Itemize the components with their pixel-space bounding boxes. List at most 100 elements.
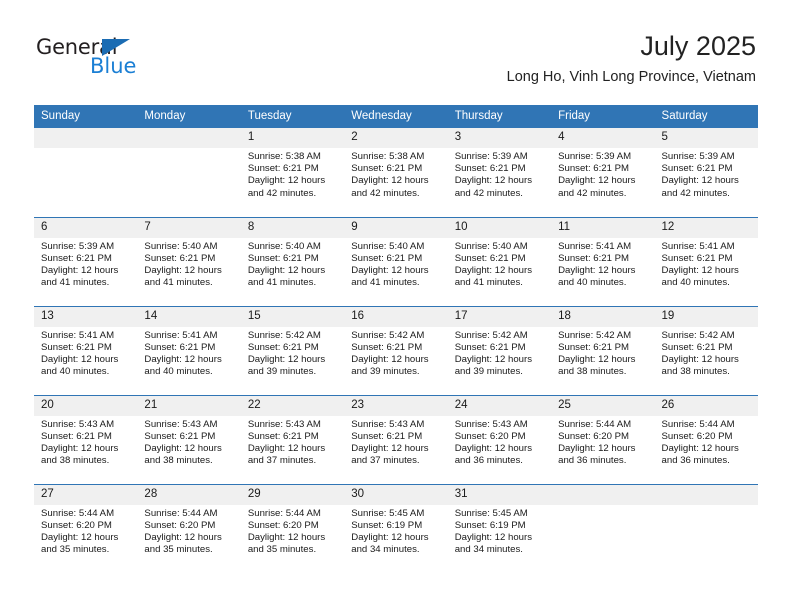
daylight-text-line1: Daylight: 12 hours	[454, 175, 533, 187]
calendar-body: 1 Sunrise: 5:38 AM Sunset: 6:21 PM Daylight…	[34, 128, 758, 573]
page-title: July 2025	[640, 31, 756, 61]
calendar-day-cell[interactable]: 1 Sunrise: 5:38 AM Sunset: 6:21 PM Daylight…	[240, 128, 345, 217]
daylight-text-line1: Daylight: 12 hours	[247, 531, 326, 543]
sunset-text: Sunset: 6:21 PM	[41, 341, 112, 353]
weekday-header-saturday: Saturday	[654, 105, 758, 128]
calendar-day-cell[interactable]: 12 Sunrise: 5:41 AM Sunset: 6:21 PM Dayligh…	[654, 216, 758, 306]
calendar-day-cell[interactable]: 2 Sunrise: 5:38 AM Sunset: 6:21 PM Daylight…	[344, 128, 448, 217]
day-number	[137, 128, 241, 148]
sunset-text: Sunset: 6:21 PM	[558, 252, 630, 264]
sunrise-text: Sunrise: 5:43 AM	[41, 418, 115, 430]
calendar-day-cell[interactable]: 19 Sunrise: 5:42 AM Sunset: 6:21 PM Dayligh…	[654, 305, 758, 395]
calendar-day-cell[interactable]: 17 Sunrise: 5:42 AM Sunset: 6:21 PM Dayligh…	[447, 305, 552, 395]
calendar-day-cell[interactable]: 20 Sunrise: 5:43 AM Sunset: 6:21 PM Dayligh…	[34, 394, 138, 484]
daylight-text-line1: Daylight: 12 hours	[661, 442, 739, 454]
day-details: Sunrise: 5:41 AM Sunset: 6:21 PM Daylight:…	[137, 327, 240, 379]
sunset-text: Sunset: 6:21 PM	[661, 163, 733, 175]
calendar-day-cell[interactable]: 3 Sunrise: 5:39 AM Sunset: 6:21 PM Daylight…	[447, 128, 552, 217]
sunrise-text: Sunrise: 5:43 AM	[144, 418, 218, 430]
calendar-week-row: 13 Sunrise: 5:41 AM Sunset: 6:21 PM Dayligh…	[34, 305, 758, 395]
daylight-text-line2: and 38 minutes.	[558, 366, 627, 378]
daylight-text-line2: and 39 minutes.	[247, 366, 317, 378]
day-number	[34, 128, 138, 148]
day-number: 15	[240, 306, 345, 327]
calendar-day-cell[interactable]: 13 Sunrise: 5:41 AM Sunset: 6:21 PM Dayligh…	[34, 305, 138, 395]
day-number	[654, 484, 758, 505]
sunset-text: Sunset: 6:21 PM	[351, 252, 423, 264]
day-number: 23	[344, 395, 448, 416]
calendar-cell-empty	[551, 483, 655, 573]
daylight-text-line1: Daylight: 12 hours	[661, 175, 739, 187]
daylight-text-line2: and 42 minutes.	[351, 187, 420, 199]
calendar-day-cell[interactable]: 9 Sunrise: 5:40 AM Sunset: 6:21 PM Daylight…	[344, 216, 448, 306]
daylight-text-line2: and 39 minutes.	[454, 366, 523, 378]
daylight-text-line1: Daylight: 12 hours	[558, 353, 636, 365]
sunset-text: Sunset: 6:21 PM	[41, 430, 112, 442]
sunrise-text: Sunrise: 5:42 AM	[247, 329, 321, 341]
title-block: July 2025 Long Ho, Vinh Long Province, V…	[507, 30, 756, 86]
daylight-text-line1: Daylight: 12 hours	[41, 442, 119, 454]
page-subtitle: Long Ho, Vinh Long Province, Vietnam	[506, 69, 756, 85]
day-number: 17	[447, 306, 552, 327]
day-number: 16	[344, 306, 448, 327]
sunrise-text: Sunrise: 5:44 AM	[247, 507, 321, 519]
calendar-day-cell[interactable]: 18 Sunrise: 5:42 AM Sunset: 6:21 PM Dayligh…	[551, 305, 655, 395]
sunrise-text: Sunrise: 5:43 AM	[247, 418, 321, 430]
day-details: Sunrise: 5:43 AM Sunset: 6:21 PM Daylight:…	[137, 416, 240, 468]
day-details: Sunrise: 5:41 AM Sunset: 6:21 PM Daylight:…	[655, 238, 758, 290]
day-number: 2	[344, 128, 448, 148]
day-number: 12	[654, 217, 758, 238]
calendar-day-cell[interactable]: 30 Sunrise: 5:45 AM Sunset: 6:19 PM Dayligh…	[344, 483, 448, 573]
weekday-header-monday: Monday	[137, 105, 241, 128]
sunset-text: Sunset: 6:21 PM	[144, 252, 216, 264]
calendar-day-cell[interactable]: 16 Sunrise: 5:42 AM Sunset: 6:21 PM Dayligh…	[344, 305, 448, 395]
calendar-page: General Blue July 2025 Long Ho, Vinh Lon…	[0, 0, 792, 612]
sunset-text: Sunset: 6:21 PM	[558, 341, 630, 353]
calendar-day-cell[interactable]: 31 Sunrise: 5:45 AM Sunset: 6:19 PM Dayligh…	[447, 483, 552, 573]
calendar-day-cell[interactable]: 15 Sunrise: 5:42 AM Sunset: 6:21 PM Dayligh…	[240, 305, 345, 395]
daylight-text-line2: and 41 minutes.	[41, 277, 110, 289]
sunrise-text: Sunrise: 5:44 AM	[558, 418, 632, 430]
calendar-day-cell[interactable]: 8 Sunrise: 5:40 AM Sunset: 6:21 PM Daylight…	[240, 216, 345, 306]
calendar-day-cell[interactable]: 6 Sunrise: 5:39 AM Sunset: 6:21 PM Daylight…	[34, 216, 138, 306]
calendar-day-cell[interactable]: 7 Sunrise: 5:40 AM Sunset: 6:21 PM Daylight…	[137, 216, 241, 306]
day-details: Sunrise: 5:44 AM Sunset: 6:20 PM Daylight:…	[551, 416, 654, 468]
day-number: 19	[654, 306, 758, 327]
calendar-day-cell[interactable]: 14 Sunrise: 5:41 AM Sunset: 6:21 PM Dayligh…	[137, 305, 241, 395]
daylight-text-line1: Daylight: 12 hours	[454, 531, 533, 543]
calendar-day-cell[interactable]: 11 Sunrise: 5:41 AM Sunset: 6:21 PM Dayligh…	[551, 216, 655, 306]
calendar-day-cell[interactable]: 24 Sunrise: 5:43 AM Sunset: 6:20 PM Dayligh…	[447, 394, 552, 484]
day-details: Sunrise: 5:45 AM Sunset: 6:19 PM Daylight:…	[344, 505, 447, 557]
calendar-day-cell[interactable]: 29 Sunrise: 5:44 AM Sunset: 6:20 PM Dayligh…	[240, 483, 345, 573]
daylight-text-line1: Daylight: 12 hours	[351, 175, 429, 187]
day-details: Sunrise: 5:42 AM Sunset: 6:21 PM Daylight:…	[655, 327, 758, 379]
sunset-text: Sunset: 6:21 PM	[454, 341, 526, 353]
weekday-header-friday: Friday	[551, 105, 655, 128]
calendar-day-cell[interactable]: 23 Sunrise: 5:43 AM Sunset: 6:21 PM Dayligh…	[344, 394, 448, 484]
sunrise-text: Sunrise: 5:38 AM	[351, 151, 425, 162]
sunrise-text: Sunrise: 5:44 AM	[41, 507, 115, 519]
calendar-day-cell[interactable]: 21 Sunrise: 5:43 AM Sunset: 6:21 PM Dayligh…	[137, 394, 241, 484]
daylight-text-line2: and 42 minutes.	[661, 187, 730, 199]
day-details: Sunrise: 5:40 AM Sunset: 6:21 PM Daylight:…	[137, 238, 240, 290]
calendar-day-cell[interactable]: 27 Sunrise: 5:44 AM Sunset: 6:20 PM Dayligh…	[34, 483, 138, 573]
sunset-text: Sunset: 6:21 PM	[247, 430, 319, 442]
day-number: 7	[137, 217, 241, 238]
sunrise-text: Sunrise: 5:40 AM	[454, 240, 528, 252]
day-details: Sunrise: 5:44 AM Sunset: 6:20 PM Daylight:…	[137, 505, 240, 557]
daylight-text-line2: and 42 minutes.	[247, 187, 317, 199]
daylight-text-line1: Daylight: 12 hours	[454, 264, 533, 276]
sunrise-text: Sunrise: 5:41 AM	[144, 329, 218, 341]
day-details: Sunrise: 5:39 AM Sunset: 6:21 PM Daylight:…	[655, 148, 758, 200]
calendar-day-cell[interactable]: 28 Sunrise: 5:44 AM Sunset: 6:20 PM Dayligh…	[137, 483, 241, 573]
weekday-header-thursday: Thursday	[447, 105, 552, 128]
calendar-day-cell[interactable]: 25 Sunrise: 5:44 AM Sunset: 6:20 PM Dayligh…	[551, 394, 655, 484]
calendar-day-cell[interactable]: 22 Sunrise: 5:43 AM Sunset: 6:21 PM Dayligh…	[240, 394, 345, 484]
sunrise-text: Sunrise: 5:43 AM	[351, 418, 425, 430]
calendar-day-cell[interactable]: 5 Sunrise: 5:39 AM Sunset: 6:21 PM Daylight…	[654, 128, 758, 217]
day-number: 25	[551, 395, 655, 416]
day-number: 13	[34, 306, 138, 327]
calendar-day-cell[interactable]: 10 Sunrise: 5:40 AM Sunset: 6:21 PM Dayligh…	[447, 216, 552, 306]
calendar-day-cell[interactable]: 26 Sunrise: 5:44 AM Sunset: 6:20 PM Dayligh…	[654, 394, 758, 484]
calendar-day-cell[interactable]: 4 Sunrise: 5:39 AM Sunset: 6:21 PM Daylight…	[551, 128, 655, 217]
